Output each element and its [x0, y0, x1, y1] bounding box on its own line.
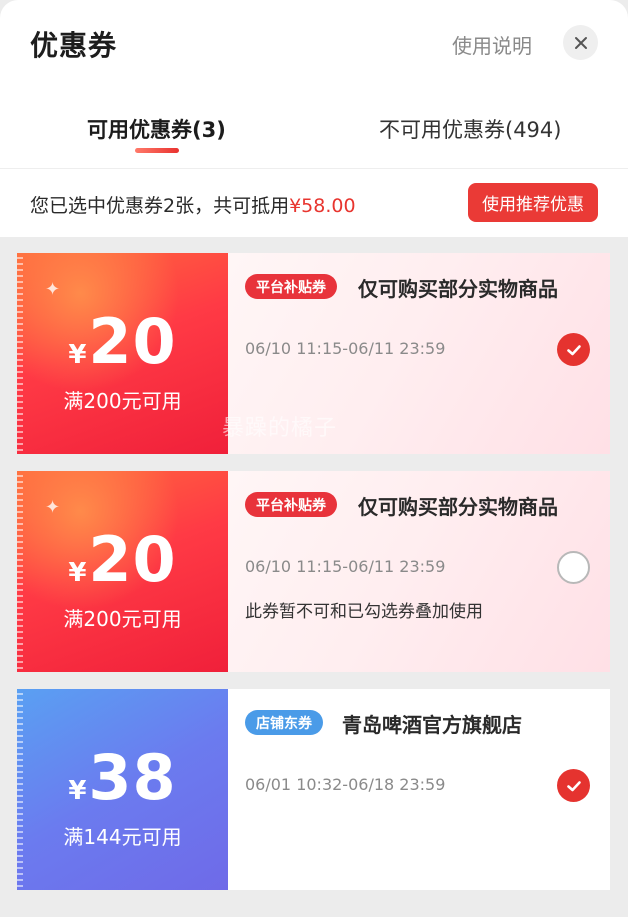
currency-symbol: ¥ [68, 558, 87, 588]
coupon-threshold: 满200元可用 [63, 389, 182, 413]
coupon-threshold: 满200元可用 [63, 607, 182, 631]
coupon-amount: ¥38 [17, 741, 228, 814]
coupon-checkbox[interactable] [557, 769, 590, 802]
coupon-title: 仅可购买部分实物商品 [358, 495, 558, 519]
close-icon [574, 36, 587, 49]
tab-unavailable-coupons[interactable]: 不可用优惠券(494) [379, 114, 561, 144]
coupon-value-panel: ✦ ¥20 满200元可用 [17, 471, 228, 672]
coupon-validity: 06/10 11:15-06/11 23:59 [245, 557, 446, 576]
coupon-validity: 06/10 11:15-06/11 23:59 [245, 339, 446, 358]
selection-summary-text: 您已选中优惠券2张，共可抵用¥58.00 [30, 191, 356, 218]
tab-available-coupons[interactable]: 可用优惠券(3) [87, 114, 226, 144]
coupon-value-panel: ¥38 满144元可用 [17, 689, 228, 890]
coupon-type-badge: 店铺东券 [245, 710, 323, 735]
summary-amount: ¥58.00 [289, 195, 356, 217]
coupon-amount: ¥20 [17, 305, 228, 378]
coupon-value: 20 [88, 523, 177, 596]
coupon-title: 仅可购买部分实物商品 [358, 277, 558, 301]
coupon-card[interactable]: ✦ ¥20 满200元可用 平台补贴券 仅可购买部分实物商品 06/10 11:… [17, 471, 610, 672]
coupon-info-panel: 店铺东券 青岛啤酒官方旗舰店 06/01 10:32-06/18 23:59 [228, 689, 610, 890]
check-icon [566, 344, 581, 355]
sparkle-icon: ✦ [45, 497, 61, 518]
sparkle-icon: ✦ [45, 279, 61, 300]
coupon-card[interactable]: ¥38 满144元可用 店铺东券 青岛啤酒官方旗舰店 06/01 10:32-0… [17, 689, 610, 890]
coupon-title: 青岛啤酒官方旗舰店 [342, 713, 522, 737]
coupon-note: 此券暂不可和已勾选券叠加使用 [245, 602, 483, 622]
page-title: 优惠券 [30, 29, 118, 62]
coupon-value: 20 [88, 305, 177, 378]
currency-symbol: ¥ [68, 340, 87, 370]
coupon-amount: ¥20 [17, 523, 228, 596]
coupon-validity: 06/01 10:32-06/18 23:59 [245, 775, 446, 794]
summary-prefix: 您已选中优惠券2张，共可抵用 [30, 195, 290, 217]
use-recommended-button[interactable]: 使用推荐优惠 [468, 183, 598, 222]
close-button[interactable] [563, 25, 598, 60]
coupon-info-panel: 平台补贴券 仅可购买部分实物商品 06/10 11:15-06/11 23:59… [228, 471, 610, 672]
usage-instructions-link[interactable]: 使用说明 [452, 30, 532, 59]
coupon-type-badge: 平台补贴券 [245, 274, 337, 299]
coupon-type-badge: 平台补贴券 [245, 492, 337, 517]
coupon-threshold: 满144元可用 [63, 825, 182, 849]
coupon-value: 38 [88, 741, 177, 814]
coupon-value-panel: ✦ ¥20 满200元可用 [17, 253, 228, 454]
coupon-checkbox[interactable] [557, 551, 590, 584]
coupon-checkbox[interactable] [557, 333, 590, 366]
currency-symbol: ¥ [68, 776, 87, 806]
check-icon [566, 780, 581, 791]
active-tab-indicator [135, 148, 179, 153]
watermark: 暴躁的橘子 [222, 416, 338, 441]
